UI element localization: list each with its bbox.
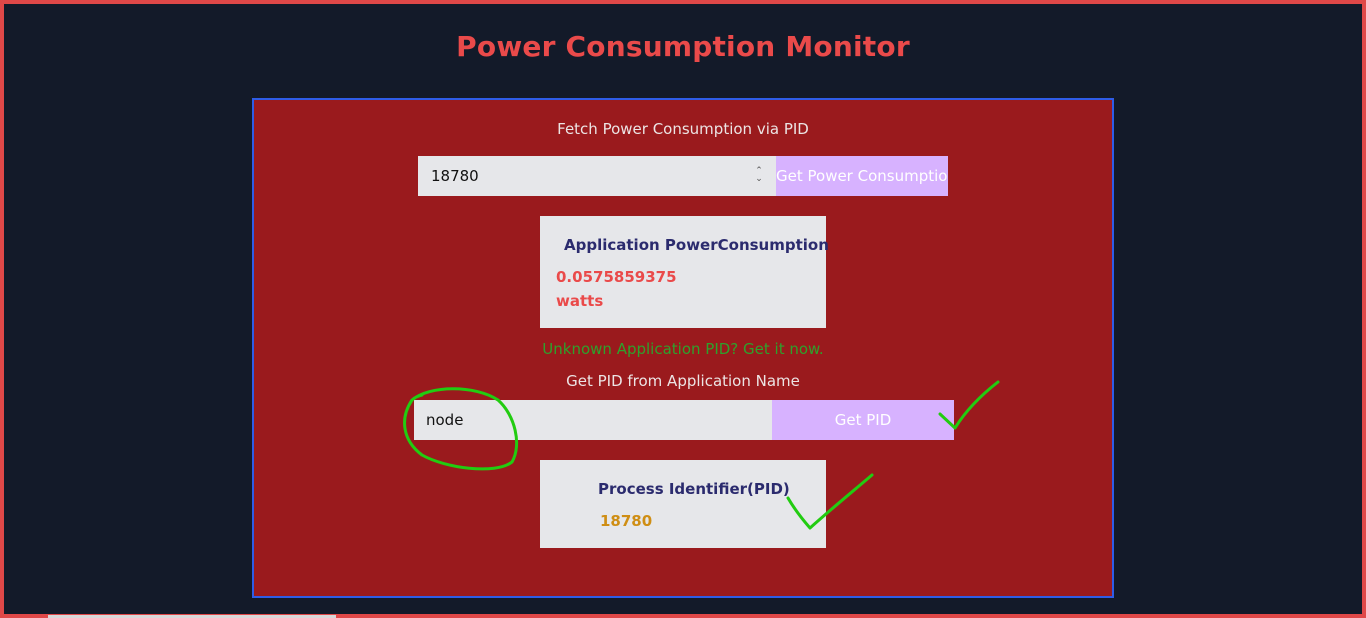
pid-number-input[interactable]: 18780 ⌃ ⌄: [418, 156, 776, 196]
pid-card-title: Process Identifier(PID): [598, 480, 790, 498]
power-value: 0.0575859375: [556, 268, 677, 286]
power-unit: watts: [556, 292, 604, 310]
app-name-value: node: [426, 411, 464, 429]
pid-input-value: 18780: [431, 167, 479, 185]
pid-section-label: Fetch Power Consumption via PID: [557, 120, 809, 138]
get-power-consumption-button[interactable]: Get Power Consumption: [776, 156, 948, 196]
power-consumption-card: Application PowerConsumption 0.057585937…: [540, 216, 829, 328]
power-card-title: Application PowerConsumption: [564, 236, 829, 254]
unknown-pid-link[interactable]: Unknown Application PID? Get it now.: [254, 340, 1112, 358]
pid-result-card: Process Identifier(PID) 18780: [540, 460, 826, 548]
app-name-input[interactable]: node: [414, 400, 772, 440]
spinner-arrows-icon[interactable]: ⌃ ⌄: [754, 167, 764, 185]
pid-result-value: 18780: [600, 512, 653, 530]
name-section-label: Get PID from Application Name: [566, 372, 800, 390]
page-title: Power Consumption Monitor: [456, 30, 910, 63]
main-panel: Fetch Power Consumption via PID 18780 ⌃ ⌄…: [252, 98, 1114, 598]
get-pid-button[interactable]: Get PID: [772, 400, 954, 440]
